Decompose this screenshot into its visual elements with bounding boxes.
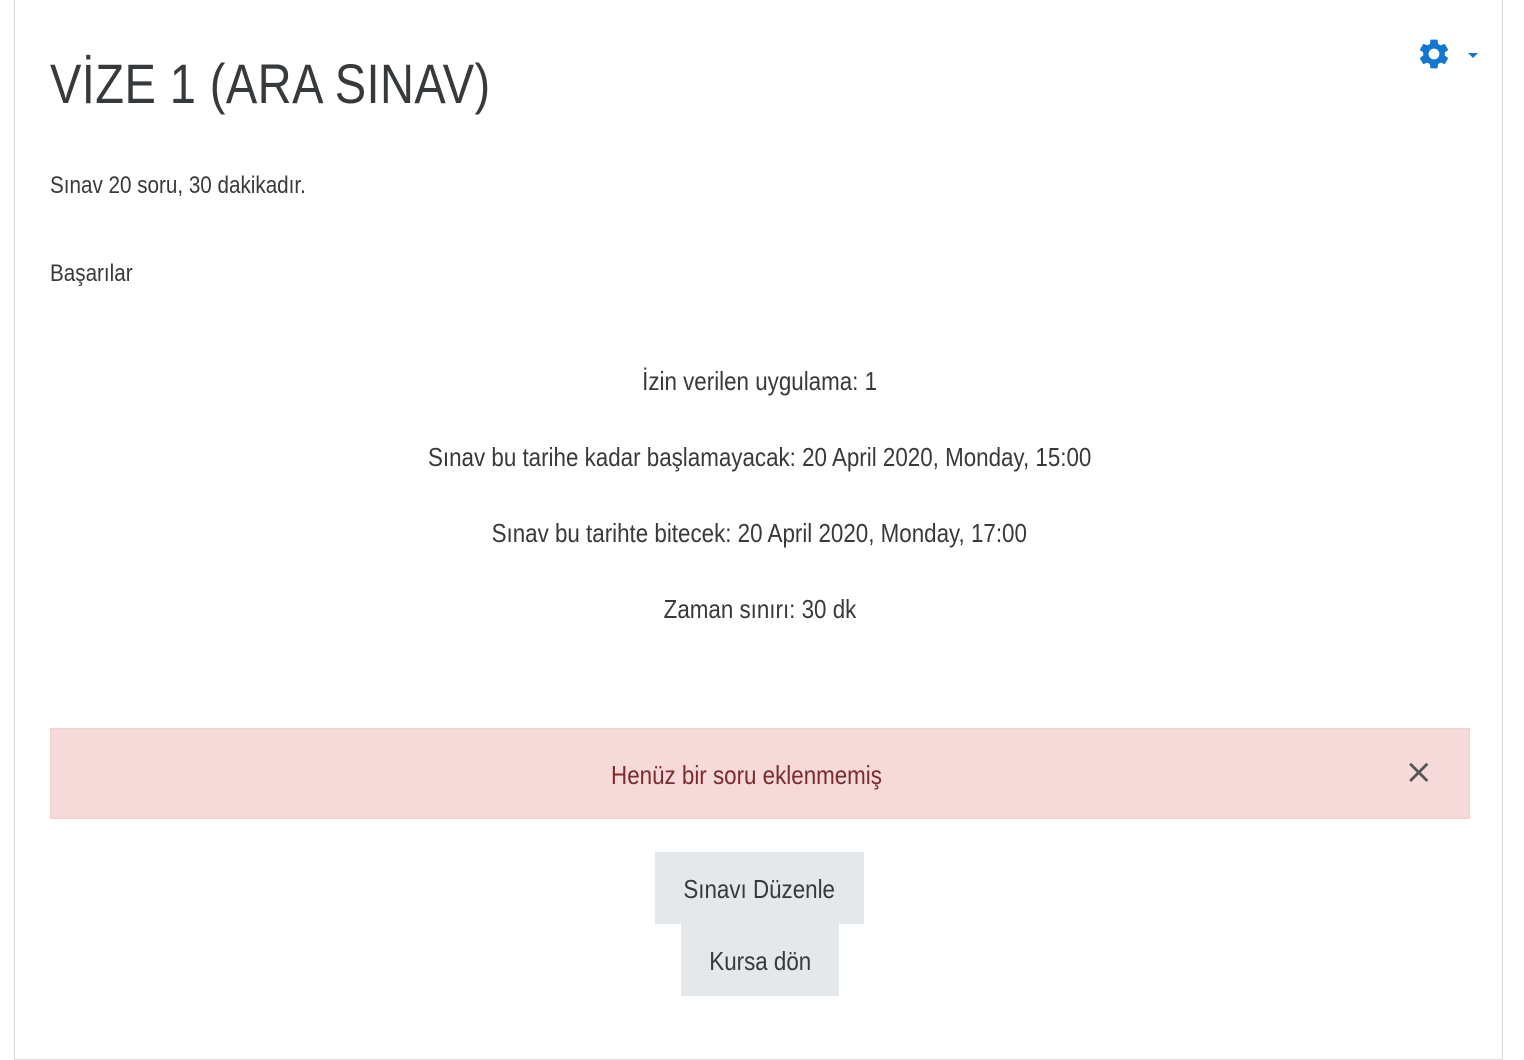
quiz-open-date-text: Sınav bu tarihe kadar başlamayacak: 20 A… (427, 442, 1092, 472)
edit-quiz-button[interactable]: Sınavı Düzenle (655, 852, 864, 924)
back-to-course-button-label: Kursa dön (709, 946, 811, 976)
edit-quiz-button-label: Sınavı Düzenle (683, 874, 836, 904)
time-limit-text: Zaman sınırı: 30 dk (663, 594, 856, 624)
alert-message-text: Henüz bir soru eklenmemiş (611, 760, 883, 790)
gear-icon[interactable] (1416, 36, 1452, 72)
settings-menu-button[interactable] (1416, 36, 1478, 72)
quiz-intro-wish: Başarılar (50, 260, 133, 287)
quiz-close-date: Sınav bu tarihte bitecek: 20 April 2020,… (15, 518, 1504, 549)
back-to-course-button[interactable]: Kursa dön (681, 924, 839, 996)
attempts-allowed-text: İzin verilen uygulama: 1 (642, 366, 877, 396)
quiz-main-card: VİZE 1 (ARA SINAV) Sınav 20 soru, 30 dak… (14, 0, 1503, 1060)
quiz-intro-text: Sınav 20 soru, 30 dakikadır. (50, 172, 306, 199)
close-icon[interactable]: × (1405, 755, 1434, 789)
time-limit: Zaman sınırı: 30 dk (15, 594, 1504, 625)
attempts-allowed: İzin verilen uygulama: 1 (15, 366, 1504, 397)
quiz-open-date: Sınav bu tarihe kadar başlamayacak: 20 A… (15, 442, 1504, 473)
page-title: VİZE 1 (ARA SINAV) (50, 52, 491, 115)
quiz-close-date-text: Sınav bu tarihte bitecek: 20 April 2020,… (491, 518, 1028, 548)
no-questions-alert: Henüz bir soru eklenmemiş × (50, 728, 1470, 819)
caret-down-icon[interactable] (1468, 52, 1478, 58)
alert-message: Henüz bir soru eklenmemiş (51, 760, 1443, 791)
